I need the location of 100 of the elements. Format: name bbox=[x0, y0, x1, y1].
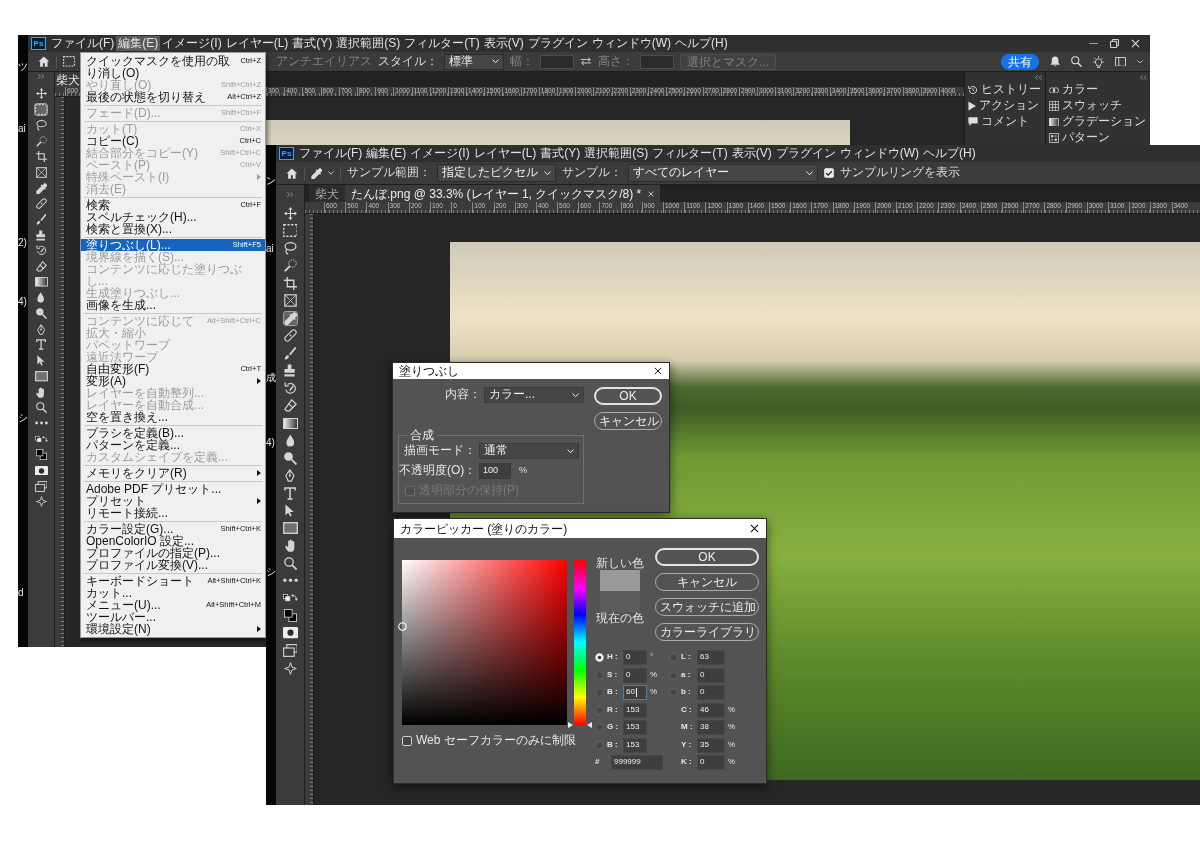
input-field[interactable]: 46 bbox=[697, 702, 725, 718]
mask-icon[interactable] bbox=[34, 465, 48, 476]
menu-item[interactable]: レイヤー(L) bbox=[223, 36, 291, 51]
dotted-circle-brush-icon[interactable] bbox=[283, 259, 297, 272]
menu-item[interactable]: レイヤー(L) bbox=[471, 146, 539, 161]
gradient-icon[interactable] bbox=[282, 417, 298, 429]
collapse-icon[interactable] bbox=[286, 192, 294, 197]
arrow-cursor-icon[interactable] bbox=[37, 355, 45, 367]
four-way-arrow-icon[interactable] bbox=[283, 206, 297, 220]
lollipop-icon[interactable] bbox=[283, 451, 297, 465]
arrow-cursor-icon[interactable] bbox=[285, 504, 295, 517]
sparkle-icon[interactable] bbox=[35, 496, 47, 508]
menu-item[interactable]: フィルター(T) bbox=[650, 146, 730, 161]
dashed-rectangle-icon[interactable] bbox=[62, 56, 75, 67]
dotted-circle-brush-icon[interactable] bbox=[35, 135, 47, 147]
panel-tab[interactable]: パターン bbox=[1049, 131, 1147, 145]
menu-option[interactable]: OpenColorIO 設定... bbox=[81, 535, 265, 547]
hue-slider[interactable] bbox=[568, 557, 592, 728]
menu-option[interactable]: リモート接続... bbox=[81, 507, 265, 519]
home-icon[interactable] bbox=[286, 167, 298, 179]
brush-icon[interactable] bbox=[35, 214, 47, 225]
color-swatches-icon[interactable] bbox=[283, 609, 297, 622]
magnifier-icon[interactable] bbox=[35, 402, 47, 414]
dialog-button[interactable]: スウォッチに追加 bbox=[655, 598, 759, 616]
input-field[interactable]: 153 bbox=[623, 737, 647, 753]
input-field[interactable]: 0 bbox=[623, 667, 647, 683]
sparkle-icon[interactable] bbox=[283, 661, 297, 675]
menu-option[interactable]: パターンを定義... bbox=[81, 439, 265, 451]
dialog-button[interactable]: OK bbox=[594, 387, 662, 405]
dashed-rectangle-icon[interactable] bbox=[34, 104, 48, 116]
collapse-icon[interactable] bbox=[1140, 74, 1147, 80]
menu-item[interactable]: ヘルプ(H) bbox=[673, 36, 730, 51]
dropdown[interactable]: すべてのレイヤー bbox=[627, 164, 818, 182]
history-brush-icon[interactable] bbox=[35, 245, 47, 257]
menu-option[interactable]: 環境設定(N) bbox=[81, 623, 265, 635]
magnifier-icon[interactable] bbox=[283, 556, 297, 570]
dropdown[interactable]: カラー... bbox=[484, 387, 584, 403]
eyedropper-icon[interactable] bbox=[35, 182, 47, 194]
stamp-icon[interactable] bbox=[36, 229, 46, 241]
menu-item[interactable]: ヘルプ(H) bbox=[921, 146, 978, 161]
more-icon[interactable] bbox=[34, 421, 48, 426]
collapse-icon[interactable] bbox=[1035, 74, 1042, 80]
input-field[interactable]: 0 bbox=[697, 685, 725, 701]
menu-option[interactable]: 変形(A) bbox=[81, 375, 265, 387]
crop-icon[interactable] bbox=[35, 151, 47, 163]
dialog-button[interactable]: キャンセル bbox=[655, 573, 759, 591]
menu-item[interactable]: ウィンドウ(W) bbox=[589, 36, 673, 51]
share-button[interactable]: 共有 bbox=[1000, 53, 1039, 70]
dropdown[interactable]: 標準 bbox=[444, 53, 504, 70]
input-field[interactable]: 60 bbox=[623, 685, 647, 701]
menu-item[interactable]: プラグイン bbox=[773, 146, 838, 161]
menu-item[interactable]: フィルター(T) bbox=[402, 36, 482, 51]
menu-option[interactable]: 検索と置換(X)... bbox=[81, 223, 265, 235]
restore-icon[interactable] bbox=[1110, 39, 1119, 48]
minimize-icon[interactable] bbox=[1089, 42, 1098, 45]
lasso-icon[interactable] bbox=[35, 119, 47, 131]
crossed-frame-icon[interactable] bbox=[283, 294, 297, 307]
document-tab[interactable]: 柴犬 bbox=[309, 185, 345, 202]
color-swatches-icon[interactable] bbox=[35, 449, 47, 461]
menu-item[interactable]: ウィンドウ(W) bbox=[837, 146, 921, 161]
input-field[interactable]: 63 bbox=[697, 650, 725, 666]
input-field[interactable]: 153 bbox=[623, 720, 647, 736]
caret-icon[interactable] bbox=[327, 171, 334, 175]
menu-item[interactable]: 選択範囲(S) bbox=[582, 146, 651, 161]
input-field[interactable]: 153 bbox=[623, 702, 647, 718]
history-brush-icon[interactable] bbox=[283, 381, 297, 395]
dialog-button[interactable]: キャンセル bbox=[594, 412, 662, 430]
panel-tab[interactable]: グラデーション bbox=[1049, 115, 1147, 129]
menu-option[interactable]: Adobe PDF プリセット... bbox=[81, 483, 265, 495]
swap-colors-icon[interactable] bbox=[282, 594, 298, 602]
lightbulb-icon[interactable] bbox=[1092, 55, 1104, 68]
gradient-icon[interactable] bbox=[34, 277, 48, 287]
bandage-icon[interactable] bbox=[283, 329, 297, 342]
search-icon[interactable] bbox=[1070, 56, 1082, 67]
panel-layout-icon[interactable] bbox=[1115, 56, 1126, 67]
menu-item[interactable]: 編集(E) bbox=[364, 146, 409, 161]
slider-thumb[interactable] bbox=[568, 722, 592, 728]
hand-icon[interactable] bbox=[284, 539, 296, 552]
brush-icon[interactable] bbox=[283, 346, 297, 360]
menu-option[interactable]: プロファイル変換(V)... bbox=[81, 559, 265, 571]
pen-nib-icon[interactable] bbox=[36, 323, 46, 335]
hand-icon[interactable] bbox=[36, 386, 46, 398]
input-field[interactable]: 0 bbox=[697, 667, 725, 683]
menu-option[interactable]: ツールバー... bbox=[81, 611, 265, 623]
menu-option[interactable]: ブラシを定義(B)... bbox=[81, 427, 265, 439]
dialog-button[interactable]: カラーライブラリ bbox=[655, 623, 759, 641]
collapse-icon[interactable] bbox=[37, 74, 45, 79]
menu-item[interactable]: イメージ(I) bbox=[160, 36, 224, 51]
input-field[interactable]: 0 bbox=[623, 650, 647, 666]
menu-option[interactable]: プロファイルの指定(P)... bbox=[81, 547, 265, 559]
input-field[interactable]: 38 bbox=[697, 720, 725, 736]
radio-button[interactable] bbox=[595, 653, 604, 663]
stacked-screens-icon[interactable] bbox=[282, 644, 298, 657]
panel-tab[interactable]: ヒストリー bbox=[968, 83, 1042, 97]
menu-option[interactable]: プリセット bbox=[81, 495, 265, 507]
letter-t-icon[interactable] bbox=[35, 339, 47, 351]
menu-item[interactable]: 書式(Y) bbox=[290, 36, 335, 51]
more-icon[interactable] bbox=[282, 578, 298, 583]
caret-icon[interactable] bbox=[1137, 59, 1143, 64]
pen-nib-icon[interactable] bbox=[285, 469, 295, 482]
